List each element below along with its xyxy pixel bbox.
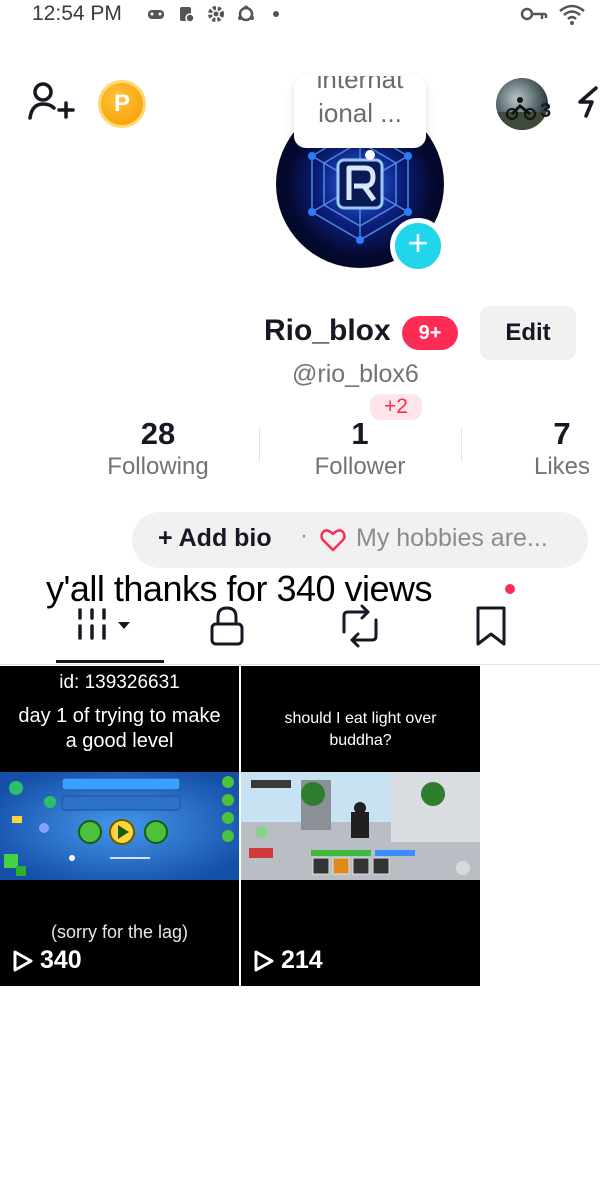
settings-gear-icon [206,4,226,24]
note-bubble[interactable]: internat ional ... [294,76,426,148]
video-title: day 1 of trying to make a good level [18,705,221,752]
add-friend-button[interactable] [28,80,76,124]
plus-icon: + [407,222,429,263]
follower-label: Follower [314,453,406,480]
following-count: 28 [140,416,176,451]
points-coin-button[interactable]: P [98,80,146,128]
likes-count: 7 [553,416,571,451]
vpn-key-icon [520,4,548,29]
bio-prompt-bar[interactable]: + Add bio · My hobbies are... [132,512,588,568]
lock-icon [210,606,244,646]
sync-icon [236,4,256,24]
note-text-line1: internat [316,76,404,94]
tab-reposts[interactable] [338,604,382,648]
tab-saved[interactable] [474,604,508,648]
edit-profile-button[interactable]: Edit [480,306,576,360]
play-count: 340 [12,946,82,975]
video-tile[interactable]: should I eat light over buddha? 214 [241,666,480,986]
play-count-value: 214 [281,946,323,974]
video-footer-text: (sorry for the lag) [50,922,189,942]
geometry-dash-editor-screenshot [0,772,239,880]
caption-dot [505,584,515,594]
bio-separator: · [300,522,308,549]
status-system-icons [520,2,586,31]
video-thumbnail [241,772,480,880]
add-story-button[interactable]: + [390,218,446,274]
note-text-line2: ional ... [318,98,402,128]
play-icon [13,950,33,971]
add-user-icon [28,82,75,120]
friend-count: 3 [540,100,552,122]
game-controller-icon [146,4,166,24]
repost-icon [342,604,378,648]
bookmark-icon [476,606,506,646]
active-tab-indicator [56,660,164,663]
following-label: Following [107,453,209,480]
note-bubble-tail [365,150,375,160]
more-notifications-dot-icon [266,4,286,24]
wifi-icon [558,2,586,31]
tab-private[interactable] [208,604,248,648]
likes-label: Likes [533,453,591,480]
tab-bar-divider [0,664,600,665]
video-title: should I eat light over buddha? [284,710,437,749]
grid-videos-icon [78,608,130,640]
share-button[interactable] [574,82,600,122]
roblox-gameplay-screenshot [241,772,480,880]
video-thumbnail [0,772,239,880]
share-arrow-icon [578,86,598,118]
tab-videos[interactable] [76,604,136,648]
user-handle: @rio_blox6 [292,360,419,388]
play-icon [254,950,274,971]
play-count-value: 340 [40,946,82,974]
follower-count: 1 [351,416,369,451]
heart-icon [320,529,346,552]
add-bio-button[interactable]: + Add bio [158,524,272,553]
status-notification-icons [146,4,286,24]
document-icon [176,4,196,24]
username: Rio_blox [264,314,391,347]
video-tile[interactable]: id: 139326631 day 1 of trying to make a … [0,666,239,986]
hobbies-prompt[interactable]: My hobbies are... [356,524,548,553]
play-count: 214 [253,946,323,975]
notification-badge[interactable]: 9+ [402,316,458,350]
status-bar: 12:54 PM [0,0,600,30]
video-id-line: id: 139326631 [59,672,180,693]
status-time: 12:54 PM [32,2,122,25]
